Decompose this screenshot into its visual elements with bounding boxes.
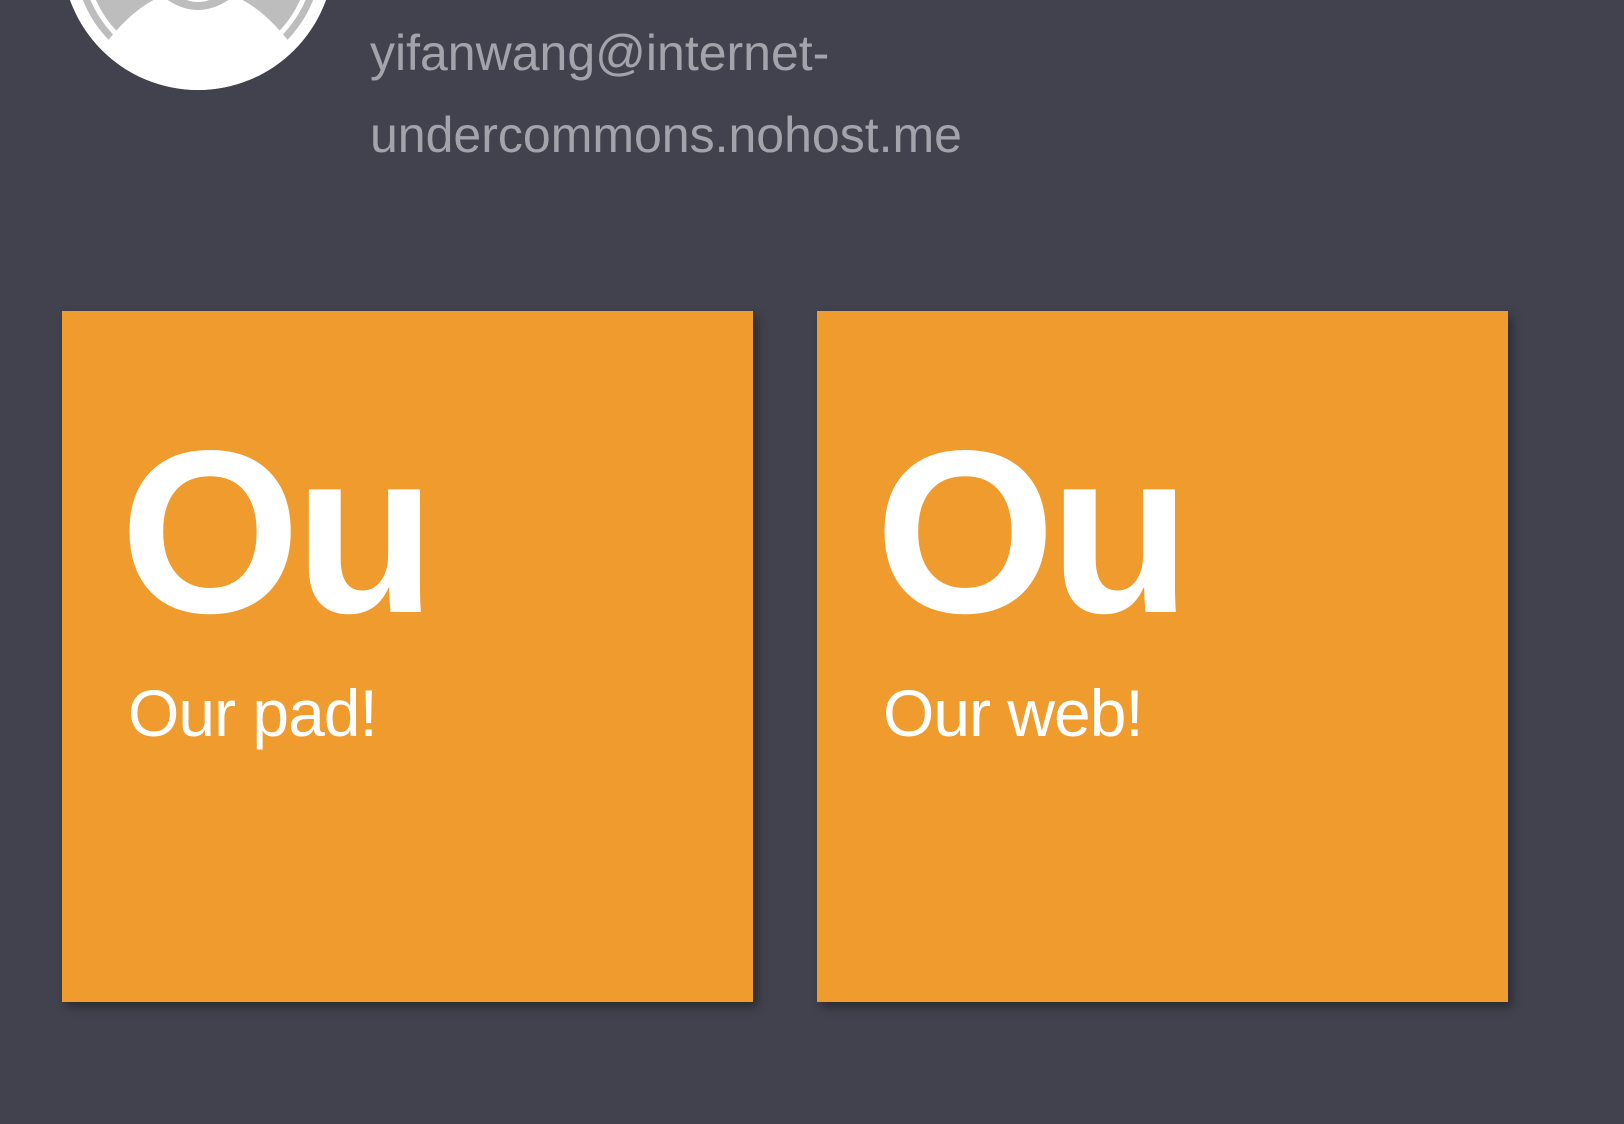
user-email-line-1: yifanwang@internet- bbox=[370, 25, 830, 81]
app-tile-abbreviation: Ou bbox=[875, 403, 1191, 662]
app-tile-abbreviation: Ou bbox=[120, 403, 436, 662]
user-avatar bbox=[62, 0, 334, 90]
user-avatar-icon bbox=[70, 0, 326, 90]
app-tile-our-pad[interactable]: Ou Our pad! bbox=[62, 311, 753, 1002]
app-tile-label: Our pad! bbox=[128, 676, 378, 750]
app-tile-our-web[interactable]: Ou Our web! bbox=[817, 311, 1508, 1002]
user-email: yifanwang@internet- undercommons.nohost.… bbox=[370, 12, 1090, 176]
portal-page: yifanwang@internet- undercommons.nohost.… bbox=[0, 0, 1624, 1124]
app-tile-label: Our web! bbox=[883, 676, 1144, 750]
user-email-line-2: undercommons.nohost.me bbox=[370, 107, 962, 163]
